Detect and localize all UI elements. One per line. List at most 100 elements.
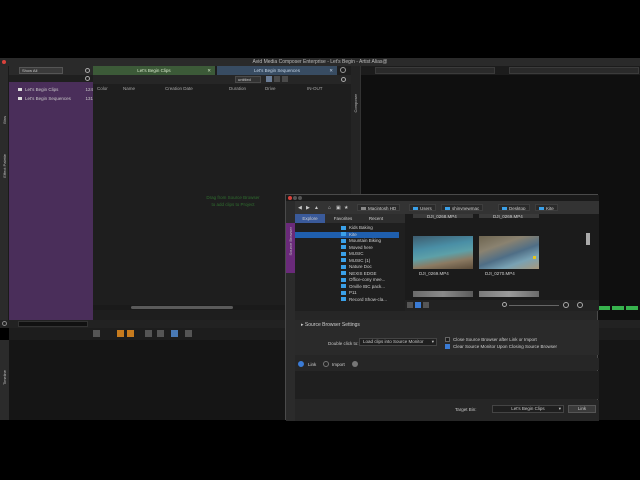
breadcrumb-users[interactable]: Users	[409, 204, 436, 211]
segment-icon[interactable]	[157, 330, 164, 337]
thumbnail-clip[interactable]	[479, 236, 539, 269]
breadcrumb-kite[interactable]: Kite	[535, 204, 558, 211]
search-icon[interactable]	[85, 76, 90, 81]
drive-icon	[361, 206, 366, 210]
bin-item-clips[interactable]: Let's Begin Clips 124K	[18, 86, 96, 94]
close-icon[interactable]: ✕	[207, 66, 211, 75]
thumbnail-partial[interactable]	[479, 291, 539, 297]
source-toggle-icon[interactable]	[93, 330, 100, 337]
link-radio[interactable]	[298, 361, 304, 367]
source-monitor-menu[interactable]	[375, 67, 495, 74]
track-indicator	[626, 306, 638, 310]
grid-view-button[interactable]	[415, 302, 421, 308]
zoom-window-button[interactable]	[298, 196, 302, 200]
thumbnail-clip[interactable]	[413, 236, 473, 269]
double-click-label: Double click to:	[328, 341, 359, 346]
trim-icon[interactable]	[145, 330, 152, 337]
close-icon[interactable]: ✕	[329, 66, 333, 75]
timeline-tab[interactable]: Timeline	[2, 370, 7, 385]
folder-icon	[341, 258, 346, 263]
folder-tree: Kids Baking Kite Mountain Biking Moved h…	[295, 223, 405, 311]
bin-list: Let's Begin Clips 124K Let's Begin Seque…	[9, 82, 96, 324]
tab-recent[interactable]: Recent	[361, 214, 391, 223]
up-icon[interactable]: ▲	[314, 205, 319, 211]
zoom-slider[interactable]	[509, 305, 559, 306]
double-click-select[interactable]: Load clips into Source Monitor ▾	[359, 338, 437, 346]
composer-tab[interactable]: Composer	[353, 94, 358, 112]
gear-icon[interactable]	[340, 67, 346, 73]
favorite-star-icon[interactable]: ★	[344, 205, 349, 211]
close-window-button[interactable]	[288, 196, 292, 200]
zoom-out-icon[interactable]	[502, 302, 507, 307]
import-radio[interactable]	[323, 361, 329, 367]
thumbnail-scrollbar[interactable]	[586, 233, 590, 245]
column-header-duration[interactable]: Duration	[229, 86, 246, 91]
tab-lets-begin-sequences[interactable]: Let's Begin Sequences ✕	[217, 66, 337, 75]
settings-header[interactable]: ▸ Source Browser Settings	[301, 322, 360, 328]
scrollbar-thumb[interactable]	[131, 306, 233, 309]
source-browser-settings: ▸ Source Browser Settings Double click t…	[295, 320, 599, 355]
thumbnail-caption: DJI_0270.MP4	[485, 271, 515, 276]
breadcrumb-desktop[interactable]: Desktop	[498, 204, 530, 211]
timeline-view-icon[interactable]	[171, 330, 178, 337]
bin-settings-icon[interactable]	[85, 68, 90, 73]
tab-label: Let's Begin Sequences	[254, 68, 300, 73]
folder-icon	[502, 206, 507, 210]
link-button[interactable]: Link	[568, 405, 596, 413]
record-monitor-menu[interactable]	[509, 67, 639, 74]
timeline-menu-icon[interactable]	[2, 321, 7, 326]
zoom-icon[interactable]	[185, 330, 192, 337]
filter-button[interactable]	[423, 302, 429, 308]
breadcrumb-label: Kite	[546, 206, 554, 211]
forward-icon[interactable]: ▶	[306, 205, 311, 211]
effect-palette-tab[interactable]: Effect Palette	[2, 154, 7, 178]
source-browser-tabs: Explore Favorites Recent	[295, 214, 405, 223]
tree-item-label: Office-cony mee...	[349, 277, 386, 282]
column-header-drive[interactable]: Drive	[265, 86, 276, 91]
list-view-button[interactable]	[407, 302, 413, 308]
new-folder-icon[interactable]: ▣	[336, 205, 341, 211]
bin-filter-dropdown[interactable]: Show All	[19, 67, 63, 74]
tab-explore[interactable]: Explore	[295, 214, 325, 223]
search-icon[interactable]	[341, 77, 346, 82]
tree-item-label: Kids Baking	[349, 225, 373, 230]
tree-item-label: Moved here	[349, 244, 373, 250]
tree-item-label: Mountain Biking	[349, 238, 382, 243]
zoom-in-icon[interactable]	[563, 302, 569, 308]
clear-monitor-checkbox[interactable]	[445, 344, 450, 349]
column-header-color[interactable]: Color	[97, 86, 108, 91]
thumbnail-grid: DJI_0268.MP4 DJI_0269.MP4 DJI_0269.MP4 D…	[405, 214, 599, 311]
folder-icon	[539, 206, 544, 210]
composer-header	[361, 66, 640, 75]
gear-icon[interactable]	[352, 361, 358, 367]
column-header-in-out[interactable]: IN-OUT	[307, 86, 323, 91]
column-header-creation-date[interactable]: Creation Date	[165, 86, 193, 91]
close-after-link-checkbox[interactable]	[445, 337, 450, 342]
lift-icon[interactable]	[117, 330, 124, 337]
tab-lets-begin-clips[interactable]: Let's Begin Clips ✕	[93, 66, 215, 75]
script-view-button[interactable]	[282, 76, 288, 82]
breadcrumb-macintosh-hd[interactable]: Macintosh HD	[357, 204, 401, 211]
list-view-button[interactable]	[266, 76, 272, 82]
thumbnail-partial[interactable]	[413, 291, 473, 297]
bin-view-dropdown[interactable]: untitled	[235, 76, 261, 83]
tree-item-label: Orville IBC pack...	[349, 283, 386, 289]
tab-favorites[interactable]: Favorites	[327, 214, 359, 223]
minimize-window-button[interactable]	[293, 196, 297, 200]
source-browser-tab[interactable]: Source Browser	[286, 223, 295, 273]
source-browser-strip: Source Browser	[286, 201, 295, 421]
home-icon[interactable]: ⌂	[328, 205, 333, 211]
frame-view-button[interactable]	[274, 76, 280, 82]
gear-icon[interactable]	[577, 302, 583, 308]
back-icon[interactable]: ◀	[298, 205, 303, 211]
tree-item-label: Kite	[349, 231, 357, 237]
breadcrumb-shinynewmac[interactable]: shinynewmac	[441, 204, 484, 211]
timecode-display[interactable]	[18, 321, 88, 327]
bin-item-sequences[interactable]: Let's Begin Sequences 131K	[18, 95, 96, 103]
target-bin-select[interactable]: Let's Begin Clips ▾	[492, 405, 564, 413]
extract-icon[interactable]	[127, 330, 134, 337]
tree-item[interactable]: Record Show-cla...	[295, 297, 399, 304]
folder-icon	[341, 290, 346, 295]
bins-tab[interactable]: Bins	[2, 116, 7, 124]
column-header-name[interactable]: Name	[123, 86, 135, 91]
